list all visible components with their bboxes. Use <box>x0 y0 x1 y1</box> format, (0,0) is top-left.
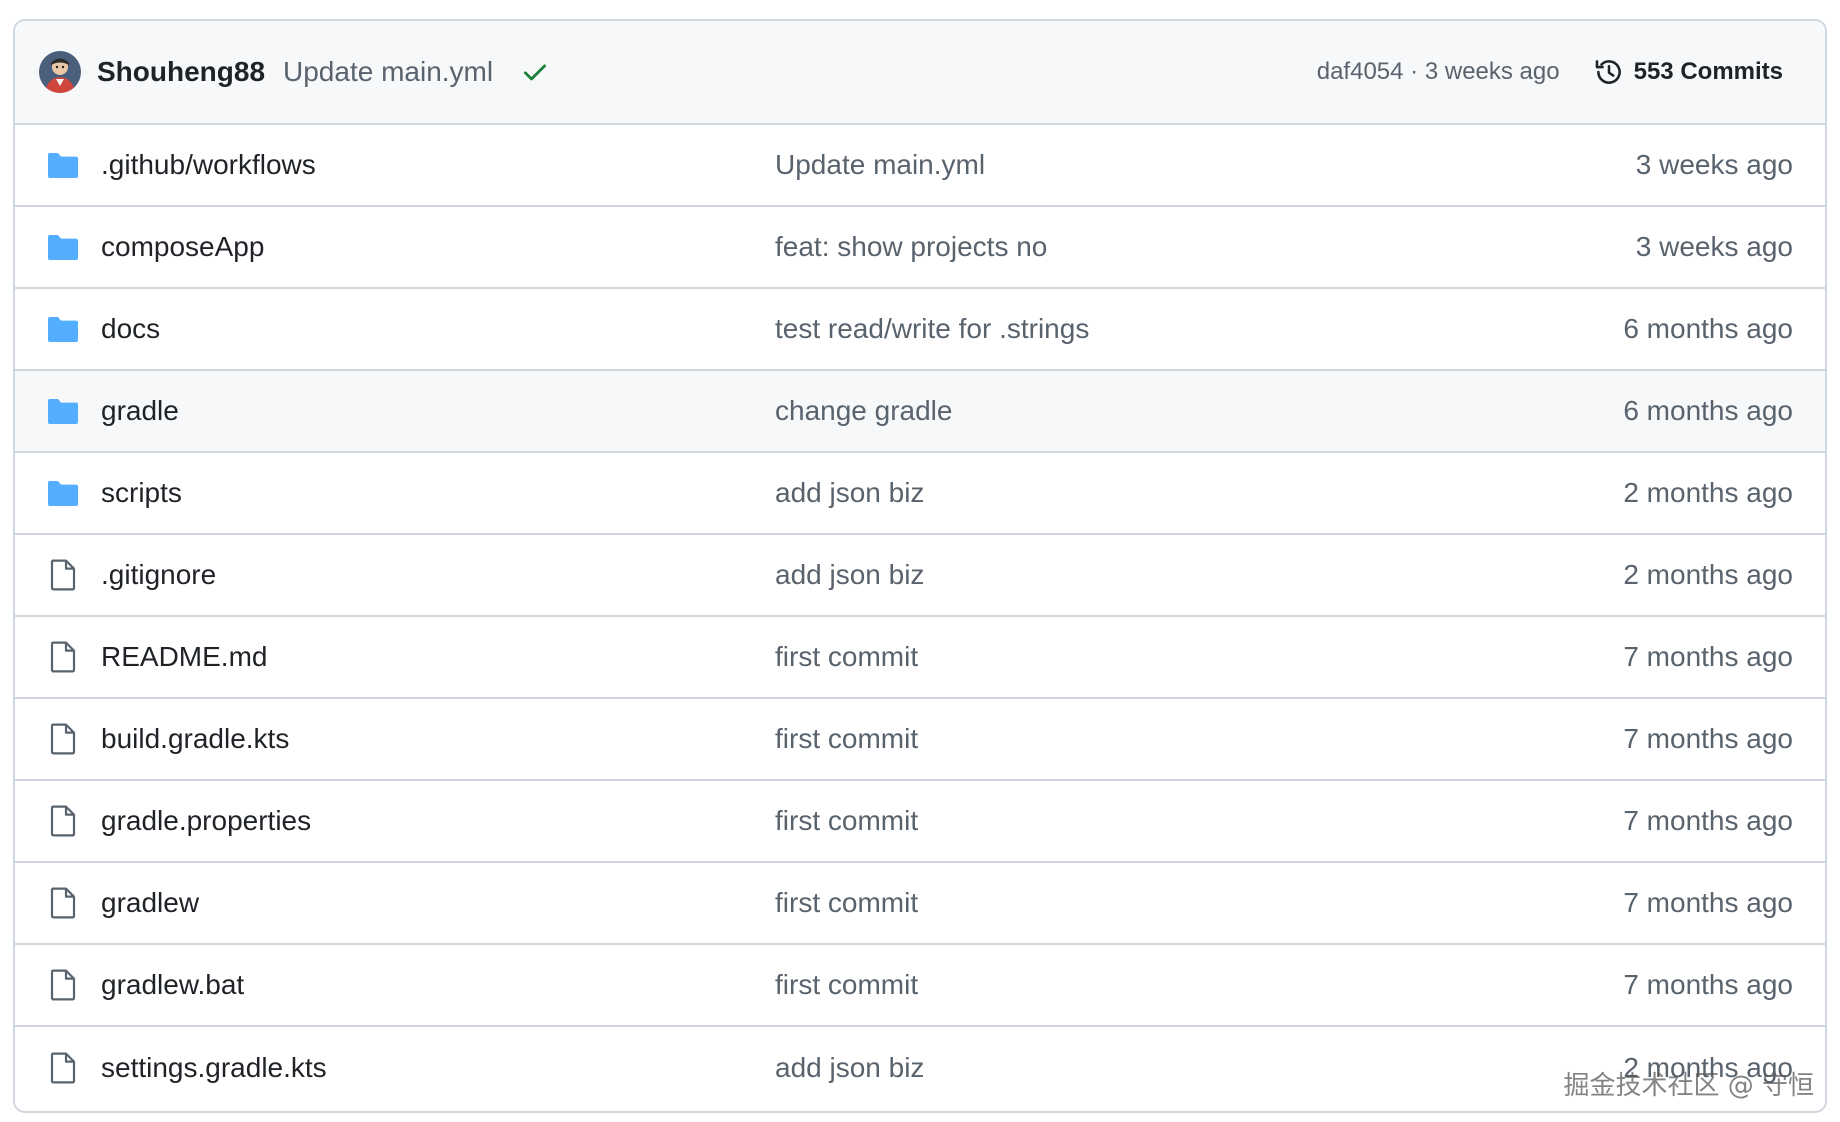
file-commit-message-link[interactable]: first commit <box>775 969 918 1001</box>
author-avatar[interactable] <box>39 51 81 93</box>
commit-meta: daf4054 · 3 weeks ago <box>1317 58 1560 86</box>
history-icon <box>1592 55 1626 89</box>
file-icon <box>46 968 80 1002</box>
file-name-link[interactable]: .github/workflows <box>101 149 316 181</box>
file-icon <box>46 1051 80 1085</box>
file-name-link[interactable]: build.gradle.kts <box>101 723 289 755</box>
file-browser: Shouheng88 Update main.yml daf4054 · 3 w… <box>13 19 1827 1113</box>
file-row[interactable]: settings.gradle.kts add json biz 2 months … <box>15 1027 1825 1109</box>
file-row[interactable]: docs test read/write for .strings 6 months… <box>15 289 1825 371</box>
file-commit-message-link[interactable]: first commit <box>775 641 918 673</box>
file-commit-date: 6 months ago <box>1623 313 1793 344</box>
file-icon <box>46 804 80 838</box>
file-icon <box>46 640 80 674</box>
file-row[interactable]: composeApp feat: show projects no 3 weeks … <box>15 207 1825 289</box>
latest-commit-bar: Shouheng88 Update main.yml daf4054 · 3 w… <box>15 21 1825 125</box>
file-commit-date: 2 months ago <box>1623 477 1793 508</box>
file-commit-message-link[interactable]: first commit <box>775 805 918 837</box>
file-row[interactable]: build.gradle.kts first commit 7 months ago <box>15 699 1825 781</box>
commit-author[interactable]: Shouheng88 <box>97 56 265 88</box>
latest-commit-message[interactable]: Update main.yml <box>283 56 493 88</box>
commit-time: 3 weeks ago <box>1424 58 1560 85</box>
folder-icon <box>46 312 80 346</box>
file-list: .github/workflows Update main.yml 3 weeks … <box>15 125 1825 1109</box>
file-commit-message-link[interactable]: add json biz <box>775 477 924 509</box>
file-commit-message-link[interactable]: test read/write for .strings <box>775 313 1089 345</box>
file-icon <box>46 558 80 592</box>
commits-link[interactable]: 553 Commits <box>1592 55 1783 89</box>
meta-separator: · <box>1410 58 1419 85</box>
file-name-link[interactable]: gradle.properties <box>101 805 311 837</box>
file-name-link[interactable]: gradlew.bat <box>101 969 244 1001</box>
file-name-link[interactable]: .gitignore <box>101 559 216 591</box>
folder-icon <box>46 230 80 264</box>
file-commit-date: 3 weeks ago <box>1635 149 1793 180</box>
file-row[interactable]: README.md first commit 7 months ago <box>15 617 1825 699</box>
file-commit-message-link[interactable]: add json biz <box>775 559 924 591</box>
file-commit-message-link[interactable]: Update main.yml <box>775 149 985 181</box>
commit-hash[interactable]: daf4054 <box>1317 58 1404 85</box>
file-name-link[interactable]: docs <box>101 313 160 345</box>
file-commit-message-link[interactable]: change gradle <box>775 395 952 427</box>
file-icon <box>46 886 80 920</box>
file-commit-date: 2 months ago <box>1623 559 1793 590</box>
file-commit-date: 7 months ago <box>1623 969 1793 1000</box>
file-commit-date: 7 months ago <box>1623 805 1793 836</box>
file-name-link[interactable]: gradle <box>101 395 179 427</box>
file-row[interactable]: .gitignore add json biz 2 months ago <box>15 535 1825 617</box>
file-name-link[interactable]: composeApp <box>101 231 264 263</box>
file-commit-date: 7 months ago <box>1623 723 1793 754</box>
file-name-link[interactable]: gradlew <box>101 887 199 919</box>
file-commit-date: 7 months ago <box>1623 887 1793 918</box>
folder-icon <box>46 476 80 510</box>
file-row[interactable]: gradlew first commit 7 months ago <box>15 863 1825 945</box>
file-name-link[interactable]: settings.gradle.kts <box>101 1052 327 1084</box>
file-row[interactable]: .github/workflows Update main.yml 3 weeks … <box>15 125 1825 207</box>
file-commit-message-link[interactable]: add json biz <box>775 1052 924 1084</box>
file-commit-message-link[interactable]: first commit <box>775 723 918 755</box>
file-name-link[interactable]: scripts <box>101 477 182 509</box>
folder-icon <box>46 148 80 182</box>
check-icon[interactable] <box>521 58 549 86</box>
file-commit-date: 3 weeks ago <box>1635 231 1793 262</box>
watermark: 掘金技术社区 @ 守恒 <box>1563 1071 1814 1101</box>
file-row[interactable]: gradle change gradle 6 months ago <box>15 371 1825 453</box>
file-commit-message-link[interactable]: feat: show projects no <box>775 231 1047 263</box>
file-row[interactable]: gradlew.bat first commit 7 months ago <box>15 945 1825 1027</box>
file-commit-date: 6 months ago <box>1623 395 1793 426</box>
file-name-link[interactable]: README.md <box>101 641 267 673</box>
file-row[interactable]: gradle.properties first commit 7 months ag… <box>15 781 1825 863</box>
file-row[interactable]: scripts add json biz 2 months ago <box>15 453 1825 535</box>
file-icon <box>46 722 80 756</box>
file-commit-date: 7 months ago <box>1623 641 1793 672</box>
commits-count: 553 Commits <box>1633 58 1783 85</box>
file-commit-message-link[interactable]: first commit <box>775 887 918 919</box>
folder-icon <box>46 394 80 428</box>
